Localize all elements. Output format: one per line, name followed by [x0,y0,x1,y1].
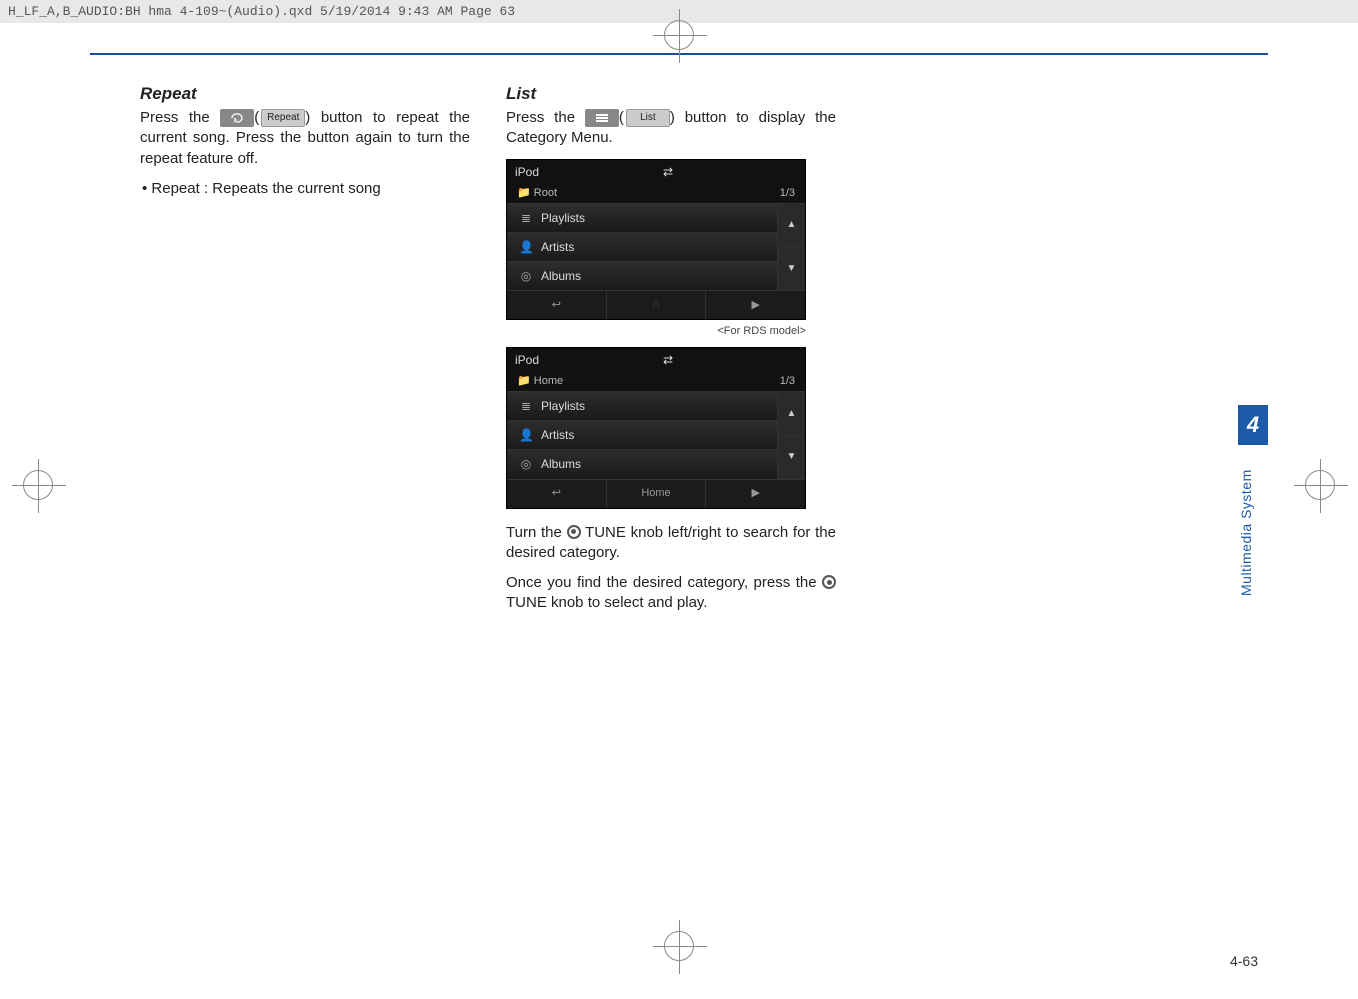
list-item-label: Artists [541,427,574,443]
link-icon: ⇄ [663,352,673,368]
album-icon: ◎ [519,456,533,472]
nowplaying-icon: ▶ [751,298,759,313]
now-playing-button[interactable]: ▶ [706,291,805,319]
heading-list: List [506,83,836,106]
screenshot-home: iPod ⇄ 📁 Home 1/3 ≣ Playlists 👤 Artists ◎ A… [506,347,806,509]
chapter-number: 4 [1238,405,1268,445]
repeat-paragraph: Press the (Repeat) button to repeat the … [140,108,470,169]
chapter-tab: 4 Multimedia System [1238,405,1268,613]
artist-icon: 👤 [519,239,533,255]
text-fragment: Press the [140,109,220,126]
repeat-icon [220,109,254,127]
screenshot-caption: <For RDS model> [506,324,806,339]
list-item[interactable]: 👤 Artists [507,420,777,449]
playlist-icon: ≣ [519,210,533,226]
list-item[interactable]: 👤 Artists [507,232,777,261]
artist-icon: 👤 [519,427,533,443]
repeat-chip-label: Repeat [261,109,305,127]
text-fragment: Press the [506,109,585,126]
list-item-label: Playlists [541,210,585,226]
list-button-graphic: (List) [585,108,675,128]
now-playing-button[interactable]: ▶ [706,480,805,508]
home-button-disabled: ⌂ [607,291,707,319]
list-paragraph: Press the (List) button to display the C… [506,108,836,149]
ss2-root: 📁 Home [517,374,563,389]
list-icon [585,109,619,127]
back-icon: ↩ [552,486,561,501]
list-item[interactable]: ◎ Albums [507,261,777,290]
repeat-bullet: • Repeat : Repeats the current song [140,179,470,199]
tune-paragraph-1: Turn the TUNE knob left/right to search … [506,523,836,564]
list-item[interactable]: ≣ Playlists [507,203,777,232]
list-item-label: Albums [541,456,581,472]
page-content: Repeat Press the (Repeat) button to repe… [0,55,1358,624]
nowplaying-icon: ▶ [751,486,759,501]
ss1-title: iPod [515,164,539,180]
home-icon: ⌂ [653,298,660,313]
back-icon: ↩ [552,298,561,313]
chapter-label: Multimedia System [1238,453,1268,613]
scroll-down-icon[interactable]: ▼ [778,435,805,479]
ss1-count: 1/3 [780,186,795,201]
list-item[interactable]: ◎ Albums [507,449,777,478]
album-icon: ◎ [519,268,533,284]
text-fragment: Turn the [506,524,567,541]
ss2-count: 1/3 [780,374,795,389]
text-fragment: TUNE knob to select and play. [506,594,708,611]
list-item-label: Artists [541,239,574,255]
scroll-up-icon[interactable]: ▲ [778,203,805,247]
repeat-button-graphic: (Repeat) [220,108,310,128]
scroll-up-icon[interactable]: ▲ [778,391,805,435]
ss2-title: iPod [515,352,539,368]
heading-repeat: Repeat [140,83,470,106]
back-button[interactable]: ↩ [507,291,607,319]
column-list: List Press the (List) button to display … [506,83,836,624]
list-item[interactable]: ≣ Playlists [507,391,777,420]
registration-mark-bottom [649,931,709,991]
home-button[interactable]: Home [607,480,707,508]
playlist-icon: ≣ [519,398,533,414]
scrollbar[interactable]: ▲ ▼ [777,203,805,291]
text-fragment: Once you find the desired category, pres… [506,574,822,591]
list-item-label: Playlists [541,398,585,414]
tune-knob-icon [567,525,581,539]
link-icon: ⇄ [663,164,673,180]
scroll-down-icon[interactable]: ▼ [778,246,805,290]
tune-paragraph-2: Once you find the desired category, pres… [506,573,836,614]
screenshot-rds: iPod ⇄ 📁 Root 1/3 ≣ Playlists 👤 Artists ◎ A… [506,159,806,321]
scrollbar[interactable]: ▲ ▼ [777,391,805,479]
ss1-root: 📁 Root [517,186,557,201]
back-button[interactable]: ↩ [507,480,607,508]
column-repeat: Repeat Press the (Repeat) button to repe… [140,83,470,624]
tune-knob-icon [822,575,836,589]
page-number: 4-63 [1230,953,1258,969]
list-chip-label: List [626,109,670,127]
list-item-label: Albums [541,268,581,284]
